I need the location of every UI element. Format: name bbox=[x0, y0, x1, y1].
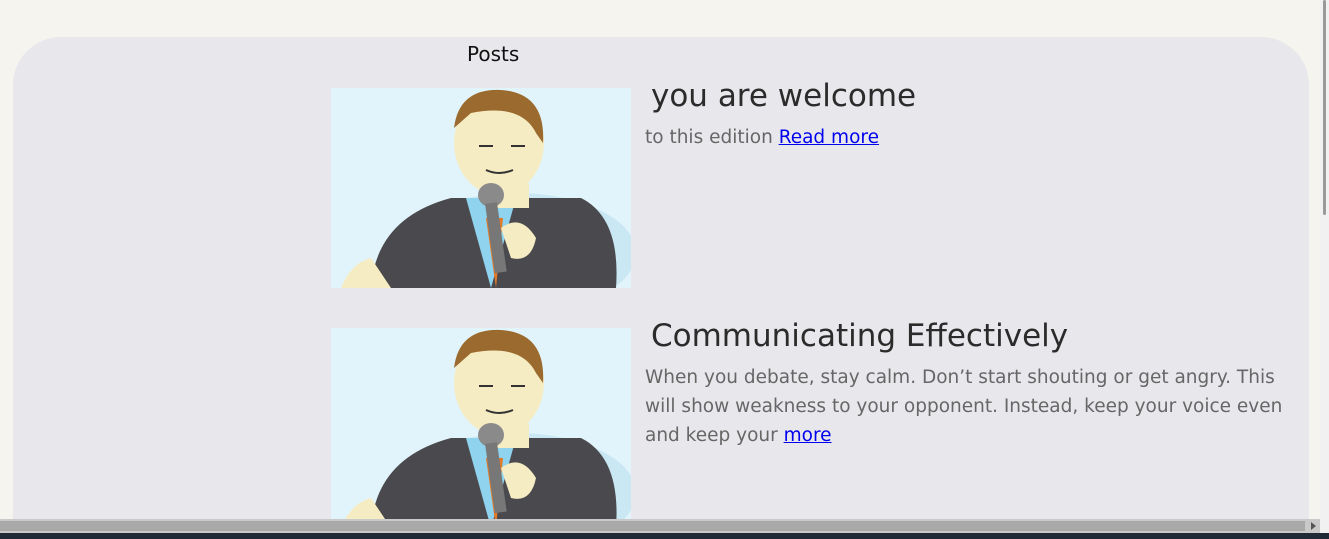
more-link[interactable]: more bbox=[784, 425, 832, 446]
posts-heading: Posts bbox=[467, 42, 520, 66]
post-excerpt: to this edition Read more bbox=[645, 123, 1297, 152]
read-more-link[interactable]: Read more bbox=[779, 127, 879, 148]
post-title: you are welcome bbox=[651, 78, 917, 114]
horizontal-scrollbar-thumb[interactable] bbox=[0, 521, 1305, 531]
vertical-scrollbar-thumb[interactable] bbox=[1323, 0, 1326, 215]
post-thumbnail bbox=[331, 88, 631, 288]
post-excerpt: When you debate, stay calm. Don’t start … bbox=[645, 363, 1297, 450]
scroll-right-arrow-icon[interactable] bbox=[1311, 522, 1316, 530]
posts-panel: Posts you are welcome to this edition Re… bbox=[13, 37, 1309, 527]
taskbar-strip bbox=[0, 533, 1329, 539]
post-excerpt-text: When you debate, stay calm. Don’t start … bbox=[645, 367, 1283, 446]
horizontal-scrollbar[interactable] bbox=[0, 519, 1320, 533]
post-title: Communicating Effectively bbox=[651, 318, 1069, 354]
vertical-scrollbar[interactable] bbox=[1320, 0, 1329, 533]
post-excerpt-text: to this edition bbox=[645, 127, 779, 148]
post-thumbnail bbox=[331, 328, 631, 527]
